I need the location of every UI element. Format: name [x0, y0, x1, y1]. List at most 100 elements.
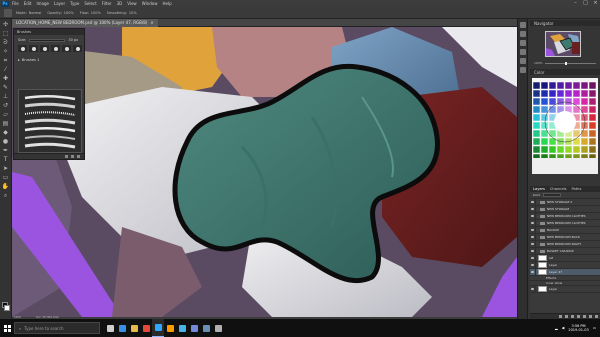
clone-stamp-icon[interactable]: ⊥	[2, 93, 10, 100]
layer-row[interactable]: › NEW BEDROOM CLOTHES	[530, 212, 600, 220]
brush-tool-icon[interactable]: ✎	[2, 84, 10, 91]
color-header[interactable]: Color	[530, 69, 600, 75]
visibility-eye-icon[interactable]	[530, 254, 536, 262]
new-group-icon[interactable]	[65, 155, 68, 158]
properties-icon[interactable]	[519, 31, 526, 37]
layer-row[interactable]: Layer	[530, 285, 600, 293]
navigator-thumbnail[interactable]	[545, 31, 581, 57]
menu-edit[interactable]: Edit	[24, 1, 32, 6]
mode-control[interactable]: Mode: Normal	[16, 11, 41, 15]
tab-paths[interactable]: Paths	[572, 187, 582, 191]
move-tool-icon[interactable]: ✣	[2, 21, 10, 28]
new-brush-icon[interactable]	[71, 155, 74, 158]
history-icon[interactable]	[519, 22, 526, 28]
lasso-tool-icon[interactable]: ᘐ	[2, 39, 10, 46]
taskbar-app-chrome[interactable]	[140, 319, 152, 337]
filter-kind-select[interactable]	[542, 193, 561, 197]
navigator-header[interactable]: Navigator	[530, 20, 600, 26]
flow-control[interactable]: Flow: 100%	[80, 11, 101, 15]
color-wheel-panel[interactable]	[532, 78, 598, 174]
brush-group-header[interactable]: ▸ Brushes 1	[18, 57, 80, 62]
shape-tool-icon[interactable]: ▭	[2, 174, 10, 181]
layer-row[interactable]: › NEW STORAGE	[530, 205, 600, 213]
trash-icon[interactable]	[77, 155, 80, 158]
mode-value[interactable]: Normal	[29, 11, 42, 15]
filter-kind-label[interactable]: Kind	[533, 193, 540, 197]
link-layers-icon[interactable]	[559, 315, 562, 318]
healing-brush-icon[interactable]: ✚	[2, 75, 10, 82]
layer-row[interactable]: › NEW BEDROOM CLOTHES	[530, 219, 600, 227]
trash-icon[interactable]	[595, 315, 598, 318]
layer-row[interactable]: › NEW BEDROOM BACK	[530, 233, 600, 241]
menu-view[interactable]: View	[127, 1, 137, 6]
visibility-eye-icon[interactable]	[530, 268, 536, 276]
new-layer-icon[interactable]	[589, 315, 592, 318]
adjustments-icon[interactable]	[519, 40, 526, 46]
brush-preset[interactable]	[18, 45, 27, 52]
volume-icon[interactable]: ◀	[562, 326, 565, 330]
history-brush-icon[interactable]: ↺	[2, 102, 10, 109]
layer-row[interactable]: ref	[530, 254, 600, 262]
layer-row[interactable]: › BASKET CLEANUP	[530, 247, 600, 255]
brush-preset[interactable]	[51, 45, 60, 52]
path-select-icon[interactable]: ➤	[2, 165, 10, 172]
taskbar-app-illustrator[interactable]	[164, 319, 176, 337]
notifications-icon[interactable]: ▭	[593, 326, 596, 330]
adjustment-layer-icon[interactable]	[577, 315, 580, 318]
visibility-eye-icon[interactable]	[530, 285, 536, 293]
layer-row[interactable]: Layer 47	[530, 268, 600, 276]
blur-tool-icon[interactable]: ◆	[2, 129, 10, 136]
taskbar-app-paint[interactable]	[176, 319, 188, 337]
document-canvas[interactable]	[12, 27, 517, 317]
close-tab-icon[interactable]: ×	[150, 20, 153, 25]
brush-size-slider[interactable]	[29, 38, 66, 42]
taskbar-app-task-view[interactable]	[104, 319, 116, 337]
smoothing-value[interactable]: 10%	[129, 11, 137, 15]
clock[interactable]: 3:56 PM 2019-01-03	[568, 324, 588, 333]
taskbar-app-folder[interactable]	[128, 319, 140, 337]
eyedropper-icon[interactable]: ⁄	[2, 66, 10, 73]
crop-tool-icon[interactable]: ⌗	[2, 57, 10, 64]
mask-icon[interactable]	[571, 315, 574, 318]
smoothing-control[interactable]: Smoothing: 10%	[107, 11, 137, 15]
layer-row[interactable]: Layer	[530, 261, 600, 269]
brush-preset[interactable]	[62, 45, 71, 52]
menu-window[interactable]: Window	[142, 1, 158, 6]
tab-channels[interactable]: Channels	[550, 187, 567, 191]
start-button[interactable]	[0, 319, 14, 337]
taskbar-app-edge[interactable]	[116, 319, 128, 337]
navigator-zoom-slider[interactable]	[544, 61, 596, 65]
menu-type[interactable]: Type	[70, 1, 79, 6]
taskbar-app-discord[interactable]	[188, 319, 200, 337]
zoom-tool-icon[interactable]: ⌕	[2, 192, 10, 199]
visibility-eye-icon[interactable]	[530, 261, 536, 269]
brush-preset[interactable]	[40, 45, 49, 52]
brush-preset[interactable]	[29, 45, 38, 52]
character-icon[interactable]	[519, 58, 526, 64]
paragraph-icon[interactable]	[519, 67, 526, 73]
minimize-icon[interactable]: –	[573, 0, 578, 6]
layer-row[interactable]: › BACKUP	[530, 226, 600, 234]
tab-layers[interactable]: Layers	[533, 187, 545, 191]
menu-filter[interactable]: Filter	[102, 1, 112, 6]
document-tab[interactable]: LOCATION_HOME_NEW BEDROOM.psd @ 100% (La…	[12, 18, 158, 27]
magic-wand-icon[interactable]: ✧	[2, 48, 10, 55]
layer-row[interactable]: › NEW BEDROOM NIGHT	[530, 240, 600, 248]
brush-preset[interactable]	[73, 45, 82, 52]
marquee-tool-icon[interactable]: ⬚	[2, 30, 10, 37]
swatches-icon[interactable]	[519, 49, 526, 55]
flow-value[interactable]: 100%	[91, 11, 101, 15]
menu-image[interactable]: Image	[36, 1, 49, 6]
fx-icon[interactable]	[565, 315, 568, 318]
taskbar-search-box[interactable]: ⌕ Type here to search	[14, 322, 100, 334]
close-icon[interactable]: ×	[593, 0, 598, 6]
layer-row[interactable]: › NEW STORAGE 2	[530, 198, 600, 206]
brush-tool-icon[interactable]	[4, 8, 12, 17]
taskbar-app-photoshop[interactable]	[152, 319, 164, 337]
menu-file[interactable]: File	[12, 1, 19, 6]
menu-select[interactable]: Select	[84, 1, 96, 6]
eraser-icon[interactable]: ▱	[2, 111, 10, 118]
pen-tool-icon[interactable]: ✒	[2, 147, 10, 154]
new-group-icon[interactable]	[583, 315, 586, 318]
menu-help[interactable]: Help	[162, 1, 171, 6]
